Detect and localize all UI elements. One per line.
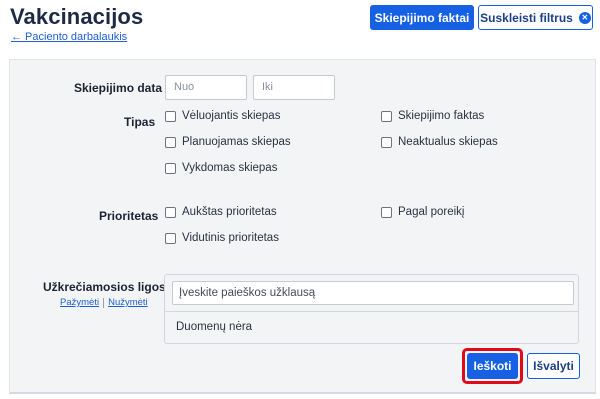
date-to-input[interactable]: Iki (253, 75, 335, 100)
type-option-fact[interactable]: Skiepijimo faktas (381, 110, 484, 122)
checkbox[interactable] (381, 136, 392, 148)
date-from-input[interactable]: Nuo (165, 75, 247, 100)
deselect-all-link[interactable]: Nužymėti (108, 297, 148, 308)
x-circle-icon: ✕ (578, 11, 591, 24)
highlight-box (462, 348, 523, 384)
collapse-filters-button[interactable]: Suskleisti filtrus ✕ (478, 5, 593, 30)
type-option-irrelevant[interactable]: Neaktualus skiepas (381, 136, 498, 148)
checkbox[interactable] (165, 162, 176, 174)
diseases-search-input[interactable]: Įveskite paieškos užklausą (172, 281, 574, 305)
link-divider (103, 297, 105, 308)
page-title: Vakcinacijos (10, 4, 144, 29)
priority-option-as-needed[interactable]: Pagal poreikį (381, 206, 464, 218)
vaccination-facts-button[interactable]: Skiepijimo faktai (370, 5, 474, 30)
priority-option-medium[interactable]: Vidutinis prioritetas (165, 232, 279, 244)
checkbox[interactable] (165, 232, 176, 244)
checkbox[interactable] (381, 206, 392, 218)
vaccination-date-label: Skiepijimo data (74, 81, 163, 95)
collapse-filters-label: Suskleisti filtrus (480, 10, 573, 25)
diseases-label: Užkrečiamosios ligos (43, 280, 166, 294)
divider (165, 311, 578, 312)
diseases-select-links: Pažymėti Nužymėti (60, 297, 148, 308)
back-to-dashboard-link[interactable]: ← Paciento darbalaukis (11, 31, 127, 43)
clear-button[interactable]: Išvalyti (527, 353, 580, 379)
checkbox[interactable] (165, 110, 176, 122)
select-all-link[interactable]: Pažymėti (60, 297, 99, 308)
no-data-message: Duomenų nėra (176, 321, 253, 333)
type-option-overdue[interactable]: Vėluojantis skiepas (165, 110, 280, 122)
type-option-planned[interactable]: Planuojamas skiepas (165, 136, 291, 148)
checkbox[interactable] (381, 110, 392, 122)
type-option-in-progress[interactable]: Vykdomas skiepas (165, 162, 277, 174)
checkbox[interactable] (165, 136, 176, 148)
priority-label: Prioritetas (99, 209, 159, 223)
checkbox[interactable] (165, 206, 176, 218)
type-label: Tipas (124, 115, 156, 129)
priority-option-high[interactable]: Aukštas prioritetas (165, 206, 277, 218)
